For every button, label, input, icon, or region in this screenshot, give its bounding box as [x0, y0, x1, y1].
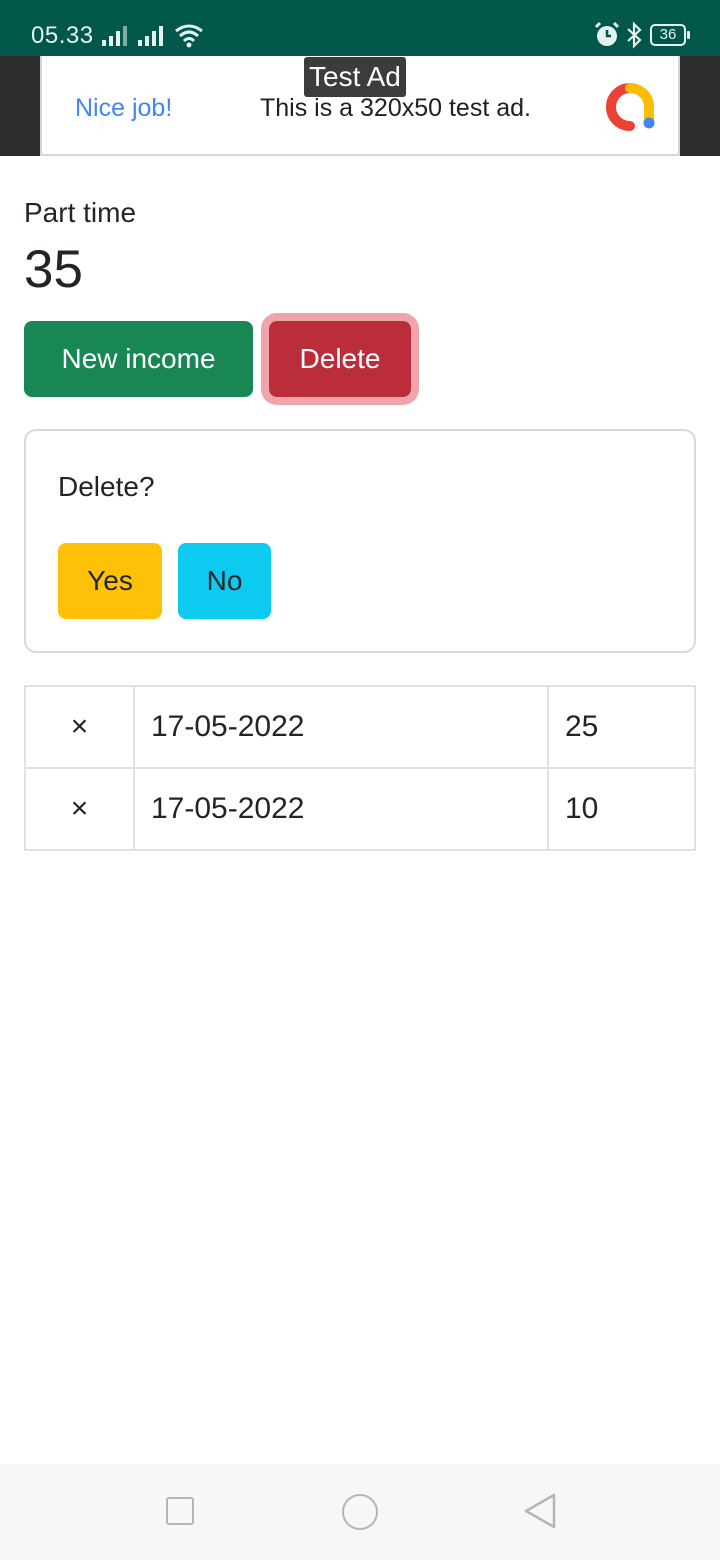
entries-table: × 17-05-2022 25 × 17-05-2022 10 — [24, 685, 696, 851]
ad-title: Test Ad — [304, 57, 406, 97]
category-name: Part time — [24, 197, 137, 228]
status-time: 05.33 — [31, 22, 94, 49]
signal-icon — [102, 26, 127, 46]
admob-logo-icon — [606, 83, 655, 131]
delete-confirm-card — [24, 429, 696, 653]
navigation-bar — [0, 1464, 720, 1560]
confirm-yes-button[interactable]: Yes — [58, 543, 162, 619]
battery-level: 36 — [659, 26, 677, 43]
wifi-icon — [175, 24, 203, 48]
ad-nice-job: Nice job! — [75, 94, 173, 122]
confirm-no-button[interactable]: No — [178, 543, 271, 619]
remove-entry-button[interactable]: × — [24, 685, 135, 769]
home-circle-icon[interactable] — [342, 1494, 378, 1530]
recents-square-icon[interactable] — [166, 1497, 194, 1525]
screen: 05.33 36 Test Ad Nice job! This is a 320… — [0, 0, 720, 1560]
table-row: × 17-05-2022 10 — [24, 767, 696, 851]
signal-icon — [138, 26, 163, 46]
remove-entry-button[interactable]: × — [24, 767, 135, 851]
back-triangle-icon[interactable] — [522, 1492, 558, 1530]
entry-amount: 25 — [547, 685, 696, 769]
delete-confirm-question: Delete? — [58, 471, 155, 502]
entry-amount: 10 — [547, 767, 696, 851]
status-bar: 05.33 36 — [0, 0, 720, 56]
entry-date: 17-05-2022 — [133, 767, 549, 851]
entry-date: 17-05-2022 — [133, 685, 549, 769]
new-income-button[interactable]: New income — [24, 321, 253, 397]
delete-button[interactable]: Delete — [269, 321, 411, 397]
alarm-icon — [594, 22, 620, 46]
bluetooth-icon — [627, 21, 642, 49]
battery-icon: 36 — [650, 24, 690, 46]
category-total: 35 — [24, 240, 83, 299]
table-row: × 17-05-2022 25 — [24, 685, 696, 769]
